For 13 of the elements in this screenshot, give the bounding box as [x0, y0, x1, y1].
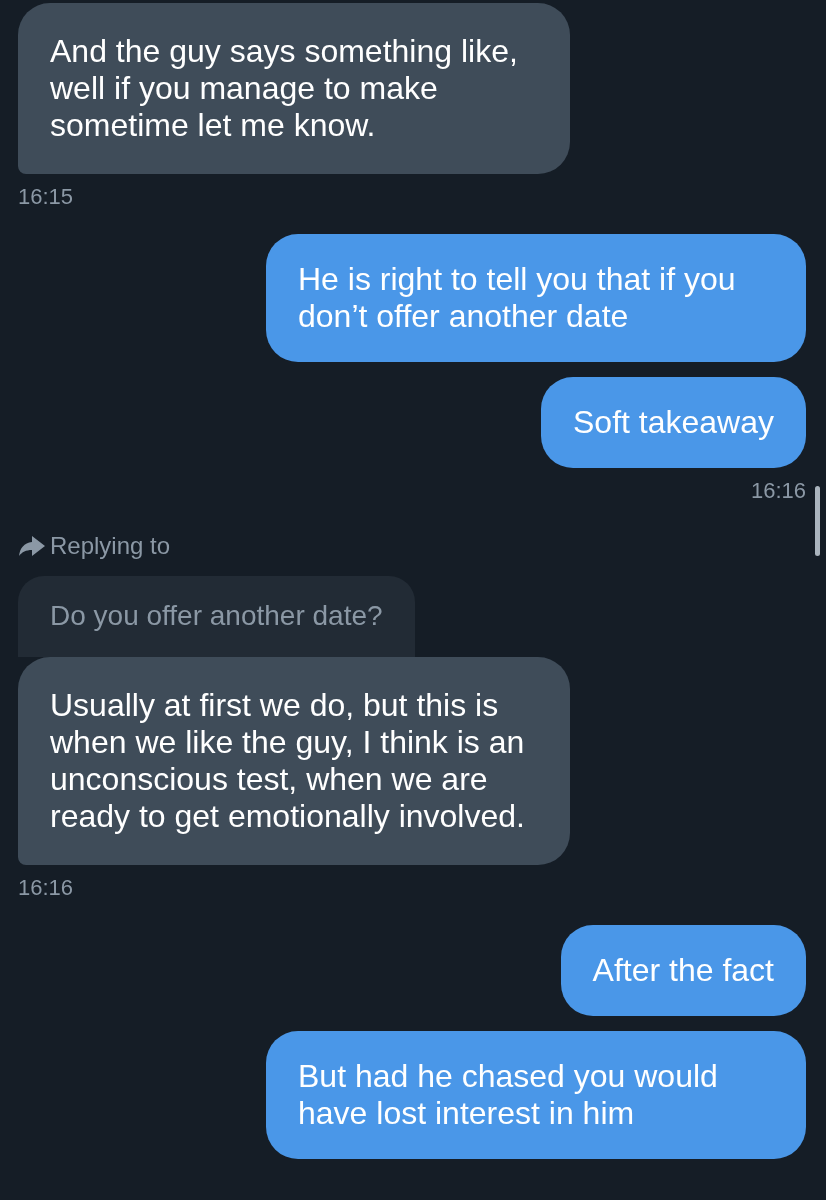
quoted-message[interactable]: Do you offer another date?: [18, 576, 415, 657]
message-bubble[interactable]: Soft takeaway: [541, 377, 806, 468]
replying-to-label: Replying to: [50, 532, 171, 560]
message-bubble[interactable]: And the guy says something like, well if you manage to make sometime let me know.: [18, 3, 570, 174]
timestamp: 16:15: [18, 184, 74, 210]
reply-icon: [18, 534, 46, 558]
timestamp: 16:16: [18, 875, 74, 901]
timestamp: 16:16: [750, 478, 806, 504]
scrollbar[interactable]: [815, 486, 820, 556]
message-bubble[interactable]: He is right to tell you that if you don’t offer another date: [266, 234, 806, 362]
message-bubble[interactable]: But had he chased you would have lost interest in him: [266, 1031, 806, 1159]
message-bubble[interactable]: After the fact: [560, 925, 806, 1016]
message-bubble[interactable]: Usually at first we do, but this is when we like the guy, I think is an unconscious test, when we are ready to get emotionally involved.: [18, 657, 570, 865]
